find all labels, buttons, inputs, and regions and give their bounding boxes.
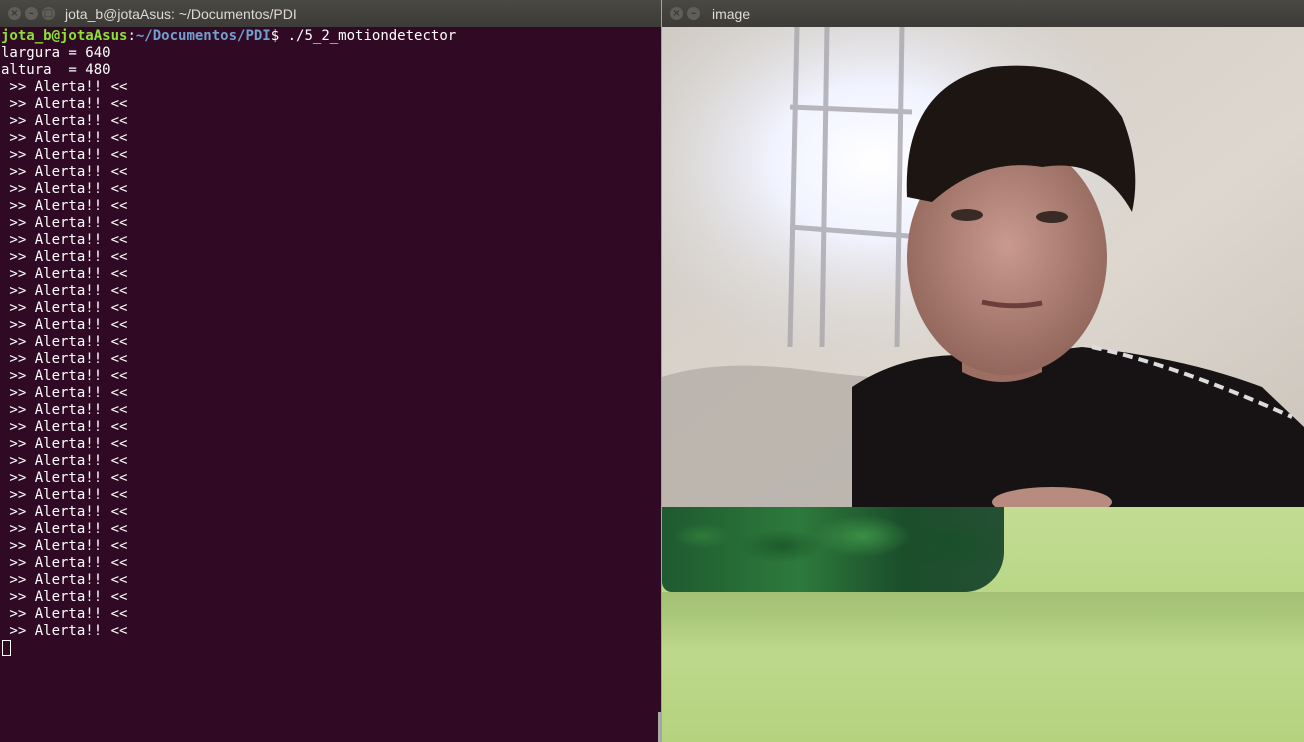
- webcam-frame: [662, 27, 1304, 507]
- output-line: >> Alerta!! <<: [1, 317, 128, 333]
- output-line: >> Alerta!! <<: [1, 79, 128, 95]
- prompt-separator: :: [127, 28, 136, 44]
- cursor-line: [0, 640, 661, 657]
- terminal-cursor: [2, 640, 11, 656]
- output-line: >> Alerta!! <<: [1, 164, 128, 180]
- command-line: jota_b@jotaAsus:~/Documentos/PDI$ ./5_2_…: [0, 28, 661, 45]
- output-line: >> Alerta!! <<: [1, 385, 128, 401]
- output-line: largura = 640: [1, 45, 111, 61]
- terminal-window[interactable]: × – □ jota_b@jotaAsus: ~/Documentos/PDI …: [0, 0, 661, 742]
- output-line: >> Alerta!! <<: [1, 334, 128, 350]
- output-line: >> Alerta!! <<: [1, 402, 128, 418]
- desktop-wallpaper: [662, 506, 1304, 742]
- output-line: >> Alerta!! <<: [1, 555, 128, 571]
- output-line: >> Alerta!! <<: [1, 351, 128, 367]
- output-line: >> Alerta!! <<: [1, 419, 128, 435]
- output-line: >> Alerta!! <<: [1, 130, 128, 146]
- image-titlebar[interactable]: × – image: [662, 0, 1304, 27]
- output-line: >> Alerta!! <<: [1, 521, 128, 537]
- output-line: altura = 480: [1, 62, 111, 78]
- desktop: × – □ jota_b@jotaAsus: ~/Documentos/PDI …: [0, 0, 1304, 742]
- window-controls: × –: [662, 7, 700, 20]
- output-lines: largura = 640 altura = 480 >> Alerta!! <<…: [0, 45, 661, 640]
- output-line: >> Alerta!! <<: [1, 283, 128, 299]
- output-line: >> Alerta!! <<: [1, 232, 128, 248]
- close-icon[interactable]: ×: [670, 7, 683, 20]
- scrollbar[interactable]: [658, 712, 661, 742]
- close-icon[interactable]: ×: [8, 7, 21, 20]
- output-line: >> Alerta!! <<: [1, 181, 128, 197]
- prompt-user: jota_b@jotaAsus: [1, 28, 128, 44]
- prompt-path: ~/Documentos/PDI: [135, 28, 271, 44]
- terminal-titlebar[interactable]: × – □ jota_b@jotaAsus: ~/Documentos/PDI: [0, 0, 661, 27]
- output-line: >> Alerta!! <<: [1, 504, 128, 520]
- output-line: >> Alerta!! <<: [1, 368, 128, 384]
- output-line: >> Alerta!! <<: [1, 198, 128, 214]
- command-text: ./5_2_motiondetector: [279, 28, 457, 44]
- wallpaper-leaves: [662, 506, 1004, 592]
- output-line: >> Alerta!! <<: [1, 266, 128, 282]
- maximize-icon[interactable]: □: [42, 7, 55, 20]
- prompt-symbol: $: [270, 28, 280, 44]
- output-line: >> Alerta!! <<: [1, 147, 128, 163]
- window-controls: × – □: [0, 7, 55, 20]
- minimize-icon[interactable]: –: [25, 7, 38, 20]
- webcam-image: [662, 27, 1304, 507]
- output-line: >> Alerta!! <<: [1, 113, 128, 129]
- wallpaper-shadow: [662, 592, 1304, 652]
- terminal-title: jota_b@jotaAsus: ~/Documentos/PDI: [65, 5, 297, 22]
- image-window[interactable]: × – image: [662, 0, 1304, 507]
- output-line: >> Alerta!! <<: [1, 487, 128, 503]
- output-line: >> Alerta!! <<: [1, 470, 128, 486]
- output-line: >> Alerta!! <<: [1, 589, 128, 605]
- output-line: >> Alerta!! <<: [1, 623, 128, 639]
- output-line: >> Alerta!! <<: [1, 453, 128, 469]
- output-line: >> Alerta!! <<: [1, 436, 128, 452]
- output-line: >> Alerta!! <<: [1, 249, 128, 265]
- output-line: >> Alerta!! <<: [1, 606, 128, 622]
- minimize-icon[interactable]: –: [687, 7, 700, 20]
- output-line: >> Alerta!! <<: [1, 572, 128, 588]
- output-line: >> Alerta!! <<: [1, 215, 128, 231]
- image-title: image: [712, 5, 751, 22]
- output-line: >> Alerta!! <<: [1, 538, 128, 554]
- output-line: >> Alerta!! <<: [1, 96, 128, 112]
- output-line: >> Alerta!! <<: [1, 300, 128, 316]
- terminal-output[interactable]: jota_b@jotaAsus:~/Documentos/PDI$ ./5_2_…: [0, 27, 661, 742]
